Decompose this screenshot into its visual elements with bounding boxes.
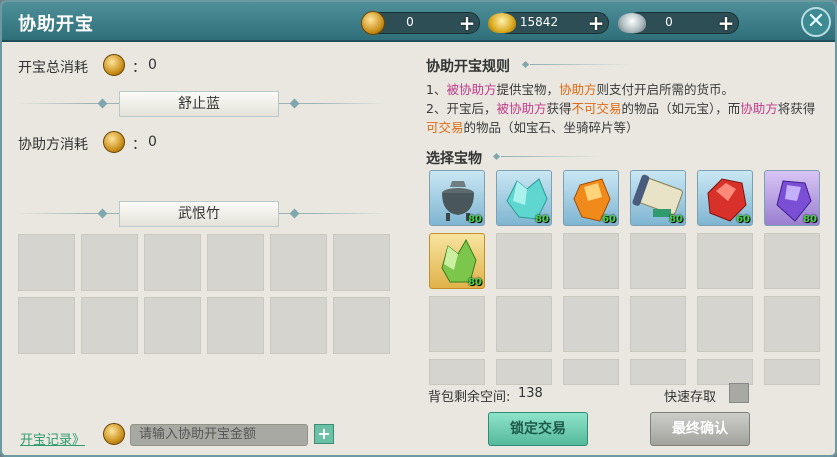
helper-slot-grid: [18, 234, 390, 354]
helper-cost-value: 0: [148, 134, 157, 150]
helper-slot[interactable]: [270, 234, 327, 291]
treasure-slot-empty[interactable]: [496, 359, 552, 385]
treasure-slot-empty[interactable]: [630, 233, 686, 289]
bag-space-label: 背包剩余空间:: [428, 390, 511, 405]
gold-coin-icon: [103, 131, 125, 153]
item-count: 80: [669, 214, 683, 225]
treasure-slot-empty[interactable]: [429, 296, 485, 352]
helper-slot[interactable]: [18, 234, 75, 291]
quick-store-label: 快速存取: [664, 390, 717, 405]
treasure-slot-empty[interactable]: [563, 296, 619, 352]
treasure-slot-empty[interactable]: [764, 296, 820, 352]
helper-slot[interactable]: [144, 234, 201, 291]
divider-ornament: [289, 98, 300, 109]
helper-slot[interactable]: [144, 297, 201, 354]
gold-coin-icon: [103, 423, 125, 445]
amount-input[interactable]: 请输入协助开宝金额: [130, 424, 308, 446]
helper-slot[interactable]: [81, 297, 138, 354]
title-line: [501, 156, 601, 157]
divider-ornament: [289, 208, 300, 219]
divider-ornament: [97, 98, 108, 109]
helper-slot[interactable]: [18, 297, 75, 354]
treasure-grid: 80 80 60 80 60 80 80: [429, 170, 820, 415]
item-count: 80: [468, 277, 482, 288]
add-silver-button[interactable]: +: [716, 13, 736, 34]
teal-crystal-item[interactable]: 80: [496, 170, 552, 226]
helper-slot[interactable]: [270, 297, 327, 354]
helper-slot[interactable]: [207, 297, 264, 354]
red-gem-item[interactable]: 60: [697, 170, 753, 226]
treasure-slot-empty[interactable]: [496, 296, 552, 352]
treasure-slot-empty[interactable]: [630, 359, 686, 385]
title-line: [530, 64, 630, 65]
treasure-record-link[interactable]: 开宝记录》: [20, 429, 85, 448]
rule-1: 1、被协助方提供宝物，协助方则支付开启所需的货币。: [426, 82, 735, 97]
rules-text: 1、被协助方提供宝物，协助方则支付开启所需的货币。 2、开宝后，被协助方获得不可…: [426, 80, 821, 137]
divider-ornament: [97, 208, 108, 219]
item-count: 80: [468, 214, 482, 225]
helper-slot[interactable]: [81, 234, 138, 291]
currency-gold-value: 0: [406, 15, 414, 29]
helper-slot[interactable]: [207, 234, 264, 291]
currency-silver-value: 0: [665, 15, 673, 29]
window-title: 协助开宝: [18, 14, 94, 35]
helper-slot[interactable]: [333, 234, 390, 291]
treasure-slot-empty[interactable]: [697, 359, 753, 385]
title-bar: 协助开宝 0 + 15842 + 0 +: [2, 2, 835, 42]
close-icon[interactable]: ✕: [801, 7, 831, 37]
treasure-slot-empty[interactable]: [764, 233, 820, 289]
orange-gem-item[interactable]: 60: [563, 170, 619, 226]
title-ornament: [521, 60, 530, 69]
helper-slot[interactable]: [333, 297, 390, 354]
select-treasure-title: 选择宝物: [426, 151, 482, 167]
bag-space-value: 138: [518, 386, 543, 401]
treasure-slot-empty[interactable]: [764, 359, 820, 385]
add-amount-button[interactable]: +: [314, 424, 334, 444]
currency-ingot-value: 15842: [519, 15, 559, 29]
rules-title: 协助开宝规则: [426, 59, 510, 75]
total-cost-value: 0: [148, 57, 157, 73]
purple-gem-item[interactable]: 80: [764, 170, 820, 226]
treasure-slot-empty[interactable]: [697, 296, 753, 352]
total-cost-sep: ：: [132, 60, 146, 76]
green-crystal-item[interactable]: 80: [429, 233, 485, 289]
treasure-slot-empty[interactable]: [630, 296, 686, 352]
lock-trade-button[interactable]: 锁定交易: [488, 412, 588, 446]
cauldron-item[interactable]: 80: [429, 170, 485, 226]
final-confirm-button[interactable]: 最终确认: [650, 412, 750, 446]
treasure-slot-empty[interactable]: [429, 359, 485, 385]
treasure-slot-empty[interactable]: [697, 233, 753, 289]
treasure-slot-empty[interactable]: [563, 359, 619, 385]
rule-2: 2、开宝后，被协助方获得不可交易的物品（如元宝），而协助方将获得可交易的物品（如…: [426, 101, 816, 135]
quick-store-checkbox[interactable]: [729, 383, 749, 403]
currency-gold: 0 +: [361, 11, 480, 35]
helper-cost-label: 协助方消耗: [18, 137, 88, 153]
scroll-item[interactable]: 80: [630, 170, 686, 226]
item-count: 60: [736, 214, 750, 225]
player-name-bar: 舒止蓝: [119, 91, 279, 117]
gold-coin-icon: [103, 54, 125, 76]
total-cost-label: 开宝总消耗: [18, 60, 88, 76]
helper-cost-sep: ：: [132, 137, 146, 153]
currency-silver: 0 +: [618, 12, 739, 34]
title-ornament: [492, 152, 501, 161]
item-count: 60: [602, 214, 616, 225]
add-gold-button[interactable]: +: [457, 13, 477, 34]
treasure-slot-empty[interactable]: [563, 233, 619, 289]
add-ingot-button[interactable]: +: [586, 13, 606, 34]
assist-open-treasure-window: 协助开宝 0 + 15842 + 0 + ✕ 开宝总消耗 ： 0 舒止蓝 协助方…: [0, 0, 837, 457]
item-count: 80: [803, 214, 817, 225]
treasure-slot-empty[interactable]: [496, 233, 552, 289]
currency-ingot: 15842 +: [488, 12, 609, 34]
item-count: 80: [535, 214, 549, 225]
helper-name-bar: 武恨竹: [119, 201, 279, 227]
